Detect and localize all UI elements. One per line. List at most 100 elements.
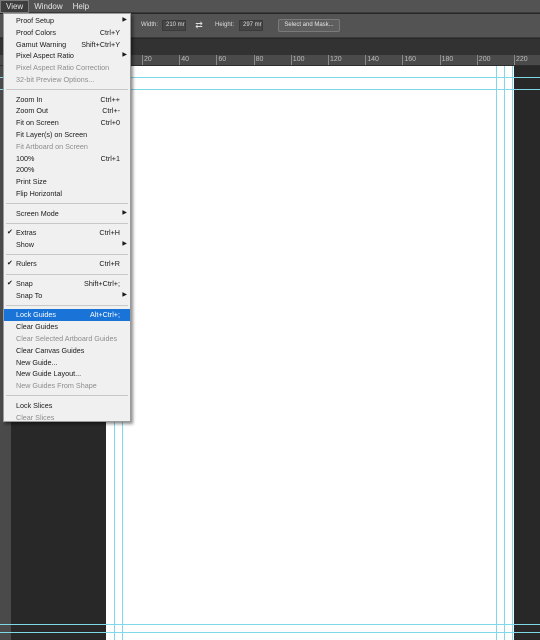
menu-item-label: Clear Canvas Guides [16,345,85,355]
menu-item-shortcut: Ctrl++ [100,94,120,104]
menu-item-show[interactable]: Show ▶ [4,239,130,251]
menu-item-print-size[interactable]: Print Size [4,176,130,188]
ruler-tick [476,55,478,65]
view-dropdown-menu: Proof Setup ▶ Proof Colors Ctrl+Y Gamut Warn… [3,13,131,422]
menu-help[interactable]: Help [68,0,94,13]
menu-item-shortcut: Ctrl+1 [100,153,120,163]
ruler-tick [402,55,404,65]
ruler-tick [514,55,515,65]
menu-item-label: Fit on Screen [16,118,59,128]
menu-item-fit-layer-s-on-screen[interactable]: Fit Layer(s) on Screen [4,129,130,141]
menu-item-label: Fit Artboard on Screen [16,141,88,151]
swap-dimensions-icon[interactable]: ⇄ [193,20,205,31]
select-and-mask-button[interactable]: Select and Mask... [278,19,340,32]
menu-separator [6,273,128,275]
menu-item-rulers[interactable]: ✔ Rulers Ctrl+R [4,258,130,270]
height-field[interactable]: 297 mr [239,20,263,31]
menu-item-200[interactable]: 200% [4,164,130,176]
menu-item-pixel-aspect-ratio[interactable]: Pixel Aspect Ratio ▶ [4,50,130,62]
submenu-arrow-icon: ▶ [122,52,127,59]
horizontal-guide[interactable] [0,624,540,625]
vertical-guide[interactable] [512,66,513,640]
horizontal-guide[interactable] [0,632,540,633]
vertical-guide[interactable] [504,66,505,640]
menu-item-label: New Guides From Shape [16,381,97,391]
menu-item-lock-guides[interactable]: Lock Guides Alt+Ctrl+; [4,309,130,322]
menu-item-proof-colors[interactable]: Proof Colors Ctrl+Y [4,27,130,39]
menu-item-shortcut: Ctrl+Y [99,27,120,37]
menu-item-label: New Guide Layout... [16,369,82,379]
menu-window[interactable]: Window [29,0,67,13]
menu-item-shortcut: Shift+Ctrl+Y [81,39,120,49]
menu-item-label: 100% [16,153,35,163]
menu-item-label: Gamut Warning [16,39,67,49]
menu-item-new-guide[interactable]: New Guide... [4,357,130,369]
menu-item-extras[interactable]: ✔ Extras Ctrl+H [4,227,130,239]
menu-item-label: Fit Layer(s) on Screen [16,129,88,139]
menu-item-label: Proof Colors [16,27,56,37]
menu-item-clear-guides[interactable]: Clear Guides [4,321,130,333]
menu-item-lock-slices[interactable]: Lock Slices [4,400,130,412]
menu-item-label: 200% [16,165,35,175]
menu-item-clear-canvas-guides[interactable]: Clear Canvas Guides [4,345,130,357]
menu-item-label: Clear Guides [16,322,58,332]
ruler-tick [216,55,218,65]
ruler-number: 120 [330,56,342,63]
menu-item-shortcut: Alt+Ctrl+; [90,310,120,320]
menu-item-gamut-warning[interactable]: Gamut Warning Shift+Ctrl+Y [4,39,130,51]
menu-item-clear-selected-artboard-guides: Clear Selected Artboard Guides [4,333,130,345]
menu-bar: View Window Help [0,0,540,13]
menu-item-new-guide-layout[interactable]: New Guide Layout... [4,368,130,380]
menu-item-label: Extras [16,228,37,238]
submenu-arrow-icon: ▶ [122,291,127,298]
menu-item-32-bit-preview-options: 32-bit Preview Options... [4,74,130,86]
menu-item-label: Lock Slices [16,400,53,410]
menu-item-snap-to[interactable]: Snap To ▶ [4,290,130,302]
checkmark-icon: ✔ [7,260,13,268]
ruler-number: 220 [516,56,528,63]
menu-separator [6,89,128,91]
menu-item-clear-slices: Clear Slices [4,412,130,424]
menu-item-label: Flip Horizontal [16,188,62,198]
ruler-number: 60 [218,56,227,63]
menu-item-label: Snap [16,279,33,289]
menu-item-label: Zoom Out [16,106,48,116]
menu-separator [6,395,128,397]
ruler-number: 100 [292,56,305,63]
menu-item-label: Snap To [16,290,43,300]
document-canvas[interactable] [106,66,514,640]
menu-item-screen-mode[interactable]: Screen Mode ▶ [4,208,130,220]
menu-item-label: Screen Mode [16,208,59,218]
menu-item-label: New Guide... [16,357,58,367]
ruler-number: 180 [441,56,454,63]
menu-item-label: Print Size [16,177,47,187]
ruler-number: 20 [144,56,152,63]
menu-item-100[interactable]: 100% Ctrl+1 [4,153,130,165]
ruler-tick [328,55,329,65]
checkmark-icon: ✔ [7,280,13,288]
menu-item-shortcut: Ctrl+R [99,259,120,269]
menu-view[interactable]: View [0,0,30,13]
ruler-number: 80 [255,56,264,63]
menu-item-zoom-out[interactable]: Zoom Out Ctrl+- [4,105,130,117]
menu-item-label: Pixel Aspect Ratio Correction [16,63,110,73]
menu-item-shortcut: Ctrl+0 [100,118,120,128]
ruler-tick [142,55,143,65]
menu-item-fit-on-screen[interactable]: Fit on Screen Ctrl+0 [4,117,130,129]
menu-separator [6,222,128,224]
menu-item-flip-horizontal[interactable]: Flip Horizontal [4,188,130,200]
width-field[interactable]: 210 mr [162,20,186,31]
menu-item-snap[interactable]: ✔ Snap Shift+Ctrl+; [4,278,130,290]
menu-item-proof-setup[interactable]: Proof Setup ▶ [4,15,130,27]
menu-item-label: Pixel Aspect Ratio [16,51,74,61]
vertical-guide[interactable] [496,66,497,640]
menu-item-label: Lock Guides [16,310,56,320]
ruler-number: 40 [181,56,189,63]
ruler-tick [253,55,255,65]
menu-item-zoom-in[interactable]: Zoom In Ctrl++ [4,94,130,106]
ruler-tick [439,55,441,65]
submenu-arrow-icon: ▶ [122,240,127,247]
ruler-tick [365,55,367,65]
ruler-tick [179,55,181,65]
menu-item-shortcut: Ctrl+H [99,228,120,238]
